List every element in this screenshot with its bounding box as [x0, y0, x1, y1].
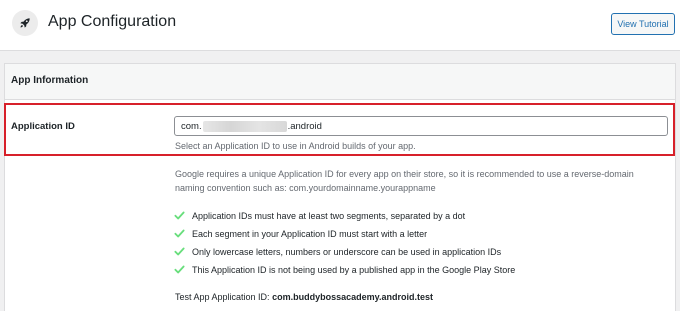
rule-item: This Application ID is not being used by…: [174, 264, 515, 275]
page-header: App Configuration View Tutorial: [0, 0, 680, 50]
checkmark-icon: [174, 228, 185, 239]
test-app-value: com.buddybossacademy.android.test: [272, 292, 433, 302]
rule-text: Application IDs must have at least two s…: [192, 210, 466, 221]
panel-header: App Information: [5, 64, 675, 100]
section-title: App Information: [11, 75, 89, 86]
rule-item: Application IDs must have at least two s…: [174, 210, 465, 221]
checkmark-icon: [174, 264, 185, 275]
rule-text: This Application ID is not being used by…: [192, 264, 516, 275]
page-title: App Configuration: [48, 13, 177, 30]
checkmark-icon: [174, 210, 185, 221]
rocket-icon: [12, 10, 38, 36]
rule-item: Only lowercase letters, numbers or under…: [174, 246, 501, 257]
view-tutorial-button[interactable]: View Tutorial: [611, 13, 675, 35]
rule-item: Each segment in your Application ID must…: [174, 228, 427, 239]
header-divider: [0, 50, 680, 51]
application-id-help: Select an Application ID to use in Andro…: [175, 141, 416, 151]
test-app-label: Test App Application ID:: [175, 292, 270, 302]
application-id-input[interactable]: com. .android: [174, 116, 668, 136]
application-id-suffix: .android: [287, 120, 322, 132]
rule-text: Each segment in your Application ID must…: [192, 228, 428, 239]
application-id-label: Application ID: [11, 121, 75, 132]
checkmark-icon: [174, 246, 185, 257]
application-id-prefix: com.: [181, 120, 202, 132]
test-app-id: Test App Application ID: com.buddybossac…: [175, 292, 433, 302]
redacted-segment: [202, 120, 287, 132]
rule-text: Only lowercase letters, numbers or under…: [192, 246, 502, 257]
application-id-description: Google requires a unique Application ID …: [175, 169, 634, 193]
